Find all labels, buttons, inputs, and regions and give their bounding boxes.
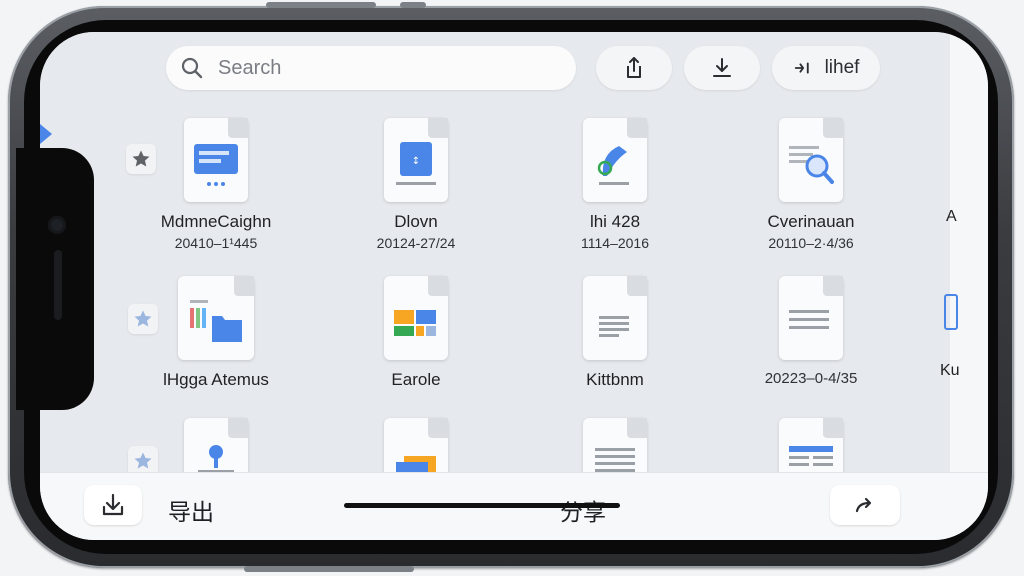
file-name: MdmneCaighn xyxy=(160,212,272,231)
action-button xyxy=(400,2,426,8)
file-browser: lihef MdmneCaighn 20410–1¹445 ↕ Dlov xyxy=(40,32,950,502)
partial-label: A xyxy=(946,208,957,225)
move-button[interactable]: lihef xyxy=(772,46,880,90)
lines-doc-icon xyxy=(779,276,843,360)
speaker-grille xyxy=(54,250,62,320)
file-name: lhi 428 xyxy=(589,212,641,231)
file-date: 20124-27/24 xyxy=(376,235,456,251)
folder-doc-icon xyxy=(178,276,254,360)
file-date: 20410–1¹445 xyxy=(174,235,258,251)
file-tile[interactable]: 20223–0-4/35 xyxy=(721,276,901,387)
download-icon xyxy=(102,493,124,516)
partial-label: Ku xyxy=(940,362,960,379)
pen-doc-icon xyxy=(583,118,647,202)
partial-icon xyxy=(40,124,52,144)
image-doc-icon: ↕ xyxy=(384,118,448,202)
file-tile[interactable]: Kittbnm xyxy=(525,276,705,390)
file-name: Earole xyxy=(391,370,441,389)
file-tile[interactable]: ↕ Dlovn 20124-27/24 xyxy=(326,118,506,251)
move-label: lihef xyxy=(824,57,860,78)
text-doc-icon xyxy=(583,276,647,360)
file-tile[interactable]: Earole xyxy=(326,276,506,390)
search-icon xyxy=(181,57,203,79)
file-tile[interactable]: Cverinauan 20110–2·4/36 xyxy=(721,118,901,251)
forward-button[interactable] xyxy=(830,485,900,525)
export-button[interactable] xyxy=(84,485,142,525)
search-doc-icon xyxy=(779,118,843,202)
volume-button xyxy=(266,2,376,8)
file-date: 1114–2016 xyxy=(581,235,649,251)
move-icon xyxy=(794,62,809,74)
file-name: Kittbnm xyxy=(586,370,644,389)
next-page-strip: A Ku xyxy=(940,32,988,472)
share-label[interactable]: 分享 xyxy=(560,493,606,527)
file-date: 20223–0-4/35 xyxy=(764,370,858,387)
file-tile[interactable]: lhi 428 1114–2016 xyxy=(525,118,705,251)
file-tile[interactable]: lHgga Atemus xyxy=(126,276,306,390)
spreadsheet-doc-icon xyxy=(384,276,448,360)
forward-arrow-icon xyxy=(855,497,872,513)
file-name: Dlovn xyxy=(394,212,438,231)
file-name: lHgga Atemus xyxy=(163,370,269,389)
camera-icon xyxy=(48,216,66,234)
home-indicator[interactable] xyxy=(344,503,620,508)
slides-doc-icon xyxy=(184,118,248,202)
file-tile[interactable]: MdmneCaighn 20410–1¹445 xyxy=(126,118,306,251)
export-label[interactable]: 导出 xyxy=(168,493,214,527)
search-input[interactable] xyxy=(216,55,560,81)
svg-text:↕: ↕ xyxy=(412,156,420,167)
partial-icon xyxy=(944,294,958,330)
side-button xyxy=(244,566,414,572)
search-bar[interactable] xyxy=(166,46,576,90)
file-name: Cverinauan xyxy=(767,212,855,231)
download-button[interactable] xyxy=(684,46,760,90)
screen: lihef MdmneCaighn 20410–1¹445 ↕ Dlov xyxy=(40,32,988,540)
download-icon xyxy=(713,58,731,77)
share-button[interactable] xyxy=(596,46,672,90)
file-date: 20110–2·4/36 xyxy=(768,235,854,251)
share-icon xyxy=(627,57,641,78)
